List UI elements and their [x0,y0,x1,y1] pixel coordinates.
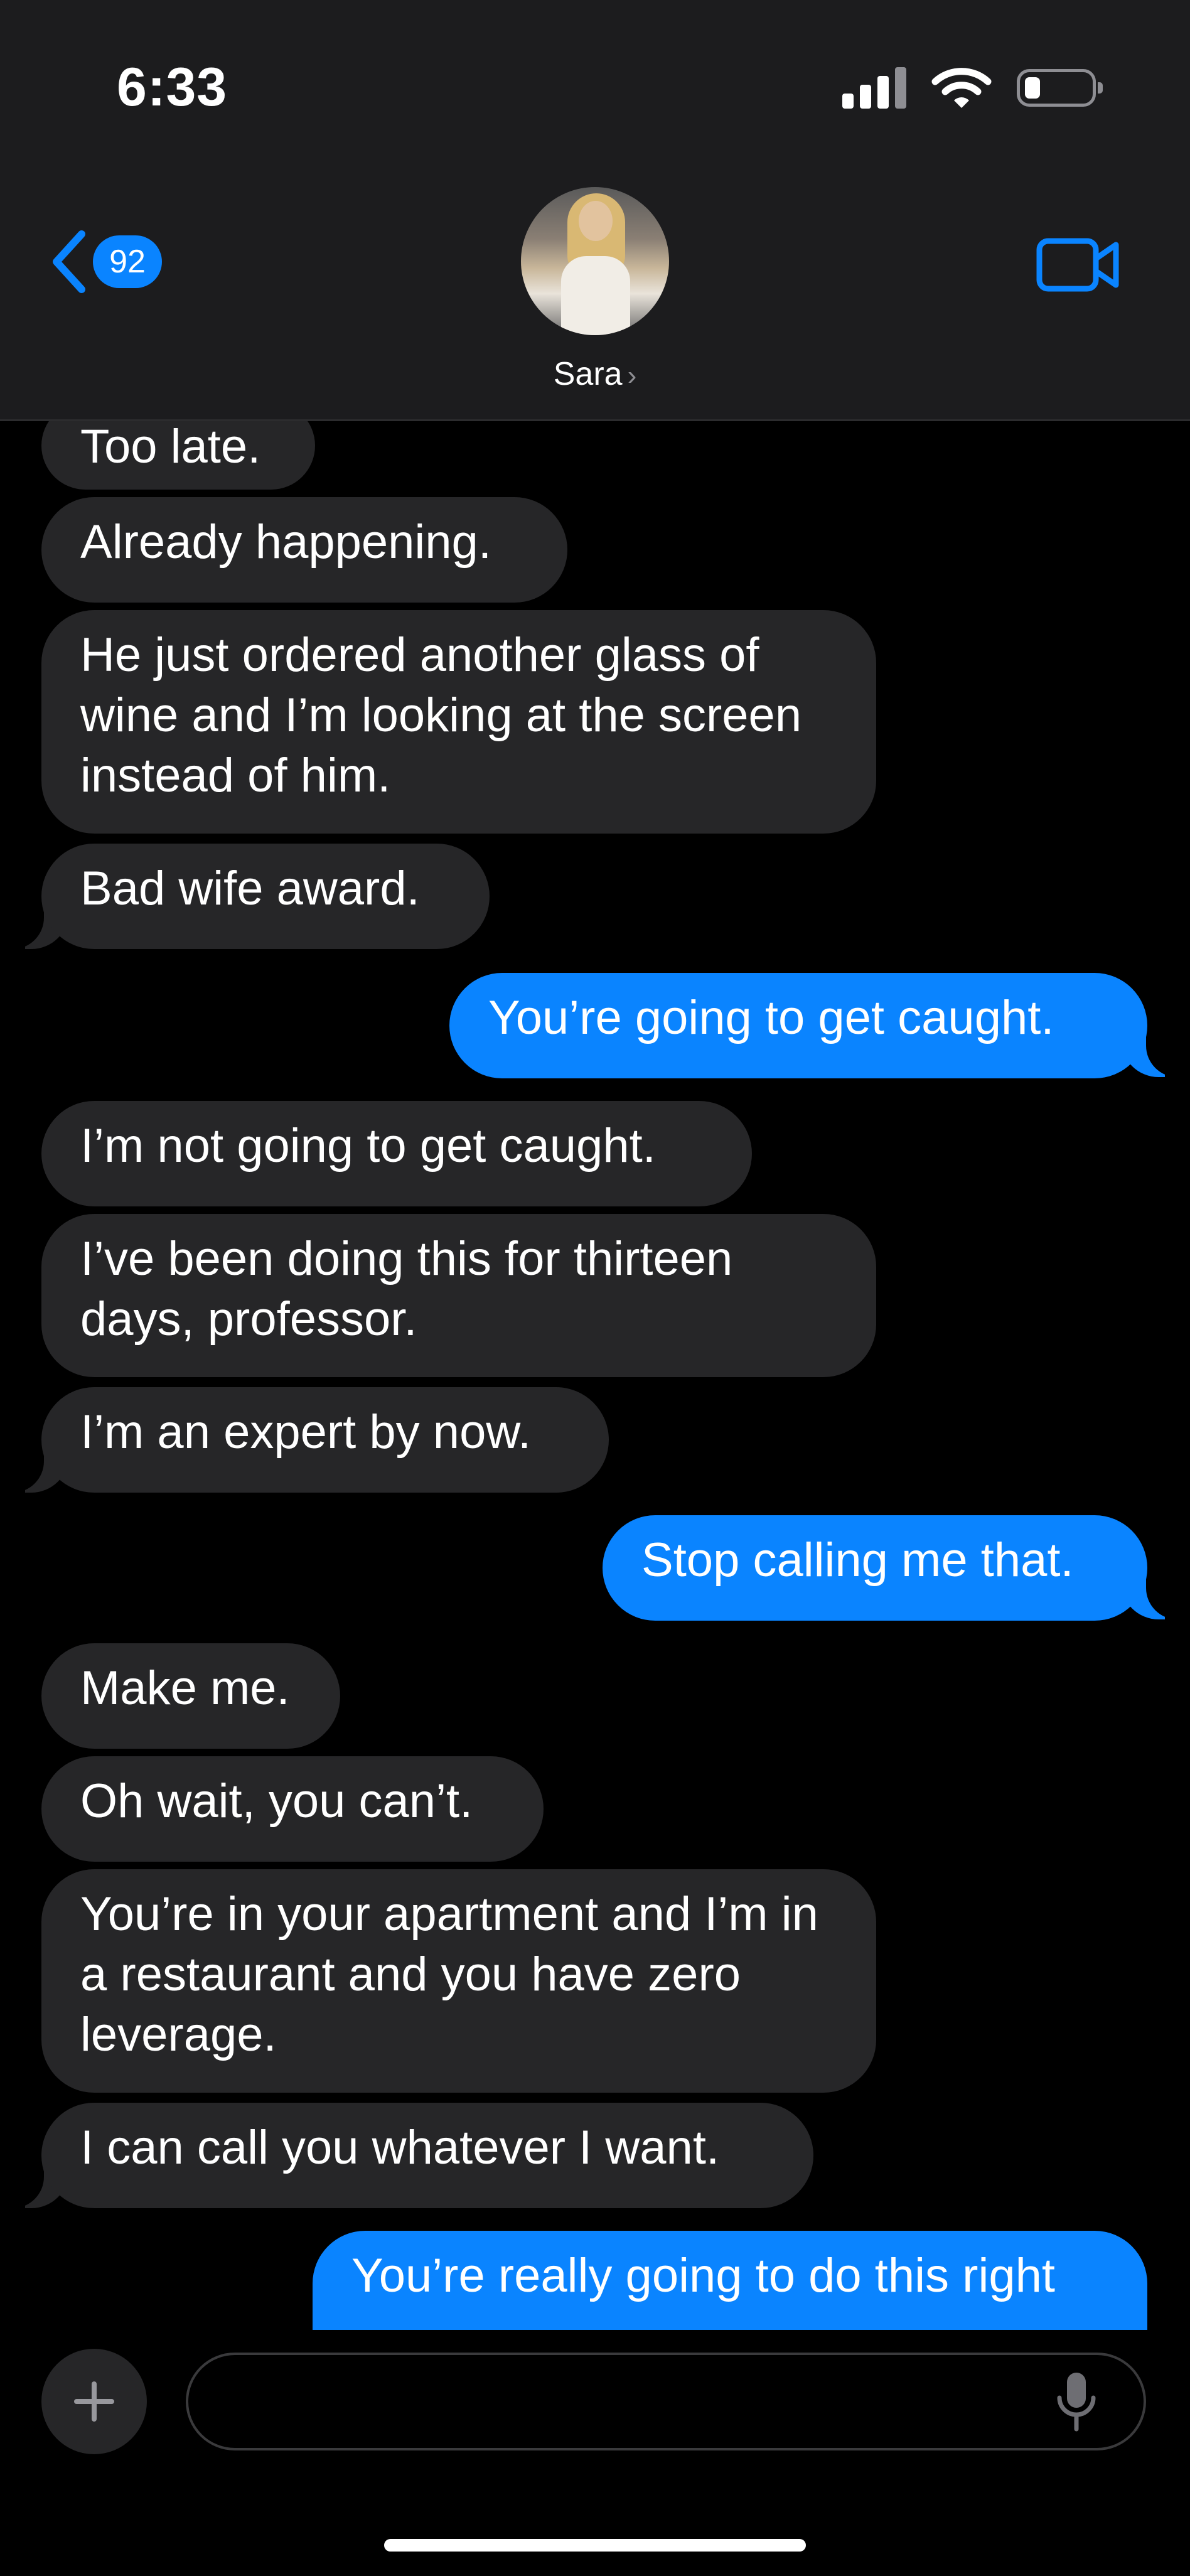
outgoing-message: You’re really going to do this right [313,2231,1147,2330]
incoming-message: I’ve been doing this for thirteen days, … [41,1214,876,1377]
conversation-header: 6:33 92 Sara › [0,0,1190,421]
incoming-message: He just ordered another glass of wine an… [41,610,876,834]
message-thread[interactable]: Too late. Already happening. He just ord… [0,374,1190,2330]
message-input[interactable] [186,2353,1146,2450]
cellular-signal-icon [842,67,906,109]
back-button[interactable]: 92 [50,229,162,294]
chevron-right-icon: › [627,360,637,391]
contact-avatar[interactable] [521,187,669,335]
incoming-message: You’re in your apartment and I’m in a re… [41,1869,876,2093]
contact-name: Sara [553,356,623,392]
outgoing-message: You’re going to get caught. [449,973,1147,1078]
incoming-message: I’m an expert by now. [41,1387,609,1493]
video-camera-icon [1036,238,1119,292]
wifi-icon [931,68,992,108]
add-attachment-button[interactable] [41,2349,147,2454]
dictation-button[interactable] [1054,2370,1098,2436]
incoming-message: Bad wife award. [41,844,490,949]
outgoing-message: Stop calling me that. [603,1515,1147,1621]
incoming-message: Already happening. [41,497,567,603]
microphone-icon [1057,2373,1096,2432]
status-icons [842,63,1103,113]
home-indicator[interactable] [384,2539,806,2552]
unread-count-badge: 92 [93,235,162,288]
plus-icon [74,2381,114,2422]
video-call-button[interactable] [1036,236,1121,297]
battery-icon [1017,69,1103,107]
status-time: 6:33 [117,57,228,117]
incoming-message: Oh wait, you can’t. [41,1756,544,1862]
incoming-message: Make me. [41,1643,340,1749]
incoming-message: I can call you whatever I want. [41,2103,813,2208]
chevron-left-icon [53,230,85,293]
contact-name-button[interactable]: Sara › [0,355,1190,393]
incoming-message: I’m not going to get caught. [41,1101,752,1206]
